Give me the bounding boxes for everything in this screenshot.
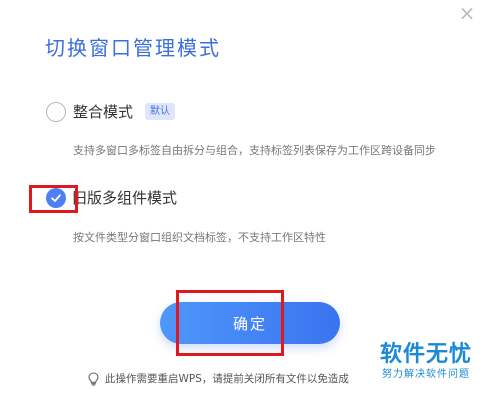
checkmark-icon xyxy=(51,193,61,202)
option-integrated-mode[interactable]: 整合模式 默认 xyxy=(46,101,176,122)
dialog-title: 切换窗口管理模式 xyxy=(45,36,221,60)
option-integrated-mode-description: 支持多窗口多标签自由拆分与组合，支持标签列表保存为工作区跨设备同步 xyxy=(73,144,436,157)
option-legacy-mode-description: 按文件类型分窗口组织文档标签，不支持工作区特性 xyxy=(73,231,326,244)
option-integrated-mode-label: 整合模式 xyxy=(73,103,134,121)
confirm-button[interactable]: 确定 xyxy=(160,302,340,344)
lightbulb-icon xyxy=(86,371,100,386)
restart-notice-text: 此操作需要重启WPS，请提前关闭所有文件以免造成 xyxy=(105,373,349,385)
close-icon[interactable]: × xyxy=(454,2,480,24)
option-legacy-multi-component-mode[interactable]: 旧版多组件模式 xyxy=(46,187,177,208)
option-legacy-mode-label: 旧版多组件模式 xyxy=(72,189,178,207)
switch-window-mode-dialog: × 切换窗口管理模式 整合模式 默认 支持多窗口多标签自由拆分与组合，支持标签列… xyxy=(0,0,500,399)
watermark-subtitle: 努力解决软件问题 xyxy=(382,369,470,380)
radio-integrated-mode[interactable] xyxy=(46,101,66,122)
watermark-title: 软件无忧 xyxy=(380,342,473,367)
restart-notice: 此操作需要重启WPS，请提前关闭所有文件以免造成 xyxy=(86,371,349,386)
default-badge: 默认 xyxy=(145,103,176,120)
watermark: 软件无忧 努力解决软件问题 xyxy=(378,340,500,382)
radio-legacy-mode[interactable] xyxy=(46,187,66,208)
